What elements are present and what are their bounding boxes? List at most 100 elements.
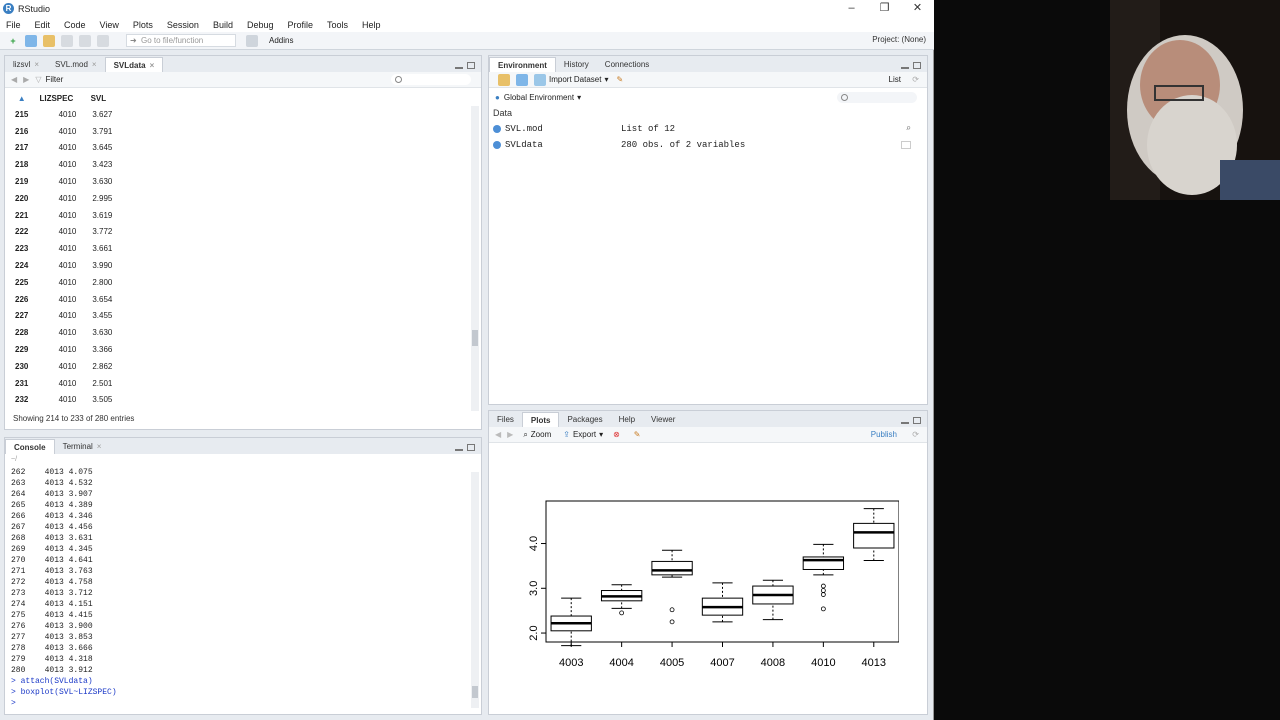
refresh-icon[interactable]: ⟳ [912,430,919,439]
table-row[interactable]: 215 4010 3.627 [11,106,116,123]
menu-build[interactable]: Build [213,20,233,30]
menu-session[interactable]: Session [167,20,199,30]
table-row[interactable]: 227 4010 3.455 [11,308,116,325]
zoom-button[interactable]: Zoom [531,430,551,439]
console-prompt[interactable]: > [11,698,467,709]
menu-help[interactable]: Help [362,20,381,30]
table-row[interactable]: 222 4010 3.772 [11,224,116,241]
table-row[interactable]: 216 4010 3.791 [11,123,116,140]
menu-file[interactable]: File [6,20,21,30]
save-all-icon[interactable] [79,34,91,47]
maximize-pane-icon[interactable] [913,62,921,69]
close-button[interactable]: ✕ [901,0,934,17]
table-row[interactable]: 221 4010 3.619 [11,207,116,224]
restore-button[interactable]: ❐ [868,0,901,17]
table-row[interactable]: 231 4010 2.501 [11,375,116,392]
tab-history[interactable]: History [556,57,597,72]
tab-environment[interactable]: Environment [489,57,556,72]
minimize-pane-icon[interactable] [455,444,463,451]
tab-connections[interactable]: Connections [597,57,657,72]
table-row[interactable]: 230 4010 2.862 [11,358,116,375]
close-tab-icon[interactable]: × [92,57,97,72]
close-tab-icon[interactable]: × [97,439,102,454]
tab-files[interactable]: Files [489,412,522,427]
close-tab-icon[interactable]: × [150,58,155,73]
menu-view[interactable]: View [100,20,119,30]
env-search-input[interactable] [837,91,917,103]
menu-debug[interactable]: Debug [247,20,274,30]
console-scrollbar[interactable] [471,472,479,708]
refresh-icon[interactable]: ⟳ [912,75,919,84]
tab-plots[interactable]: Plots [521,412,560,427]
maximize-pane-icon[interactable] [913,417,921,424]
new-project-icon[interactable] [25,34,37,47]
broom-icon[interactable]: ✎ [616,75,623,84]
menu-plots[interactable]: Plots [133,20,153,30]
open-file-icon[interactable] [43,34,55,47]
table-scrollbar[interactable] [471,106,479,411]
workspace-panes-icon[interactable] [246,34,258,47]
table-row[interactable]: 219 4010 3.630 [11,173,116,190]
table-row[interactable]: 232 4010 3.505 [11,392,116,409]
tab-svldata[interactable]: SVLdata × [104,57,164,73]
import-dataset-button[interactable]: Import Dataset [549,75,601,84]
tab-packages[interactable]: Packages [559,412,610,427]
table-row[interactable]: 220 4010 2.995 [11,190,116,207]
column-header-rownum[interactable]: ▲ [11,90,32,106]
previous-plot-icon[interactable]: ◀ [495,430,501,439]
table-row[interactable]: 225 4010 2.800 [11,274,116,291]
table-row[interactable]: 224 4010 3.990 [11,257,116,274]
tab-console[interactable]: Console [5,439,55,454]
print-icon[interactable] [97,34,109,47]
menu-code[interactable]: Code [64,20,86,30]
menu-profile[interactable]: Profile [288,20,314,30]
minimize-pane-icon[interactable] [901,62,909,69]
project-menu[interactable]: Project: (None) [872,35,926,44]
table-row[interactable]: 218 4010 3.423 [11,156,116,173]
publish-button[interactable]: Publish [871,430,897,439]
tab-terminal[interactable]: Terminal × [55,439,110,454]
go-to-file-input[interactable]: Go to file/function [126,34,236,47]
maximize-pane-icon[interactable] [467,444,475,451]
global-environment-select[interactable]: Global Environment [504,93,574,102]
minimize-button[interactable]: – [835,0,868,17]
forward-icon[interactable]: ▶ [23,75,29,84]
console-output[interactable]: 262 4013 4.075 263 4013 4.532 264 4013 3.9… [11,467,467,712]
column-header-svl[interactable]: SVL [80,90,116,106]
filter-button[interactable]: Filter [45,75,63,84]
remove-plot-icon[interactable]: ⊗ [613,430,620,439]
save-icon[interactable] [61,34,73,47]
maximize-pane-icon[interactable] [467,62,475,69]
tab-svl-mod[interactable]: SVL.mod × [47,57,105,72]
export-button[interactable]: Export [573,430,596,439]
table-row[interactable]: 228 4010 3.630 [11,324,116,341]
expand-object-icon[interactable] [493,124,501,133]
save-workspace-icon[interactable] [516,73,528,86]
table-row[interactable]: 217 4010 3.645 [11,140,116,157]
console-scroll-thumb[interactable] [472,686,478,698]
new-file-icon[interactable]: + [7,35,19,47]
view-object-icon[interactable]: ⌕ [906,124,911,134]
tab-lizsvl[interactable]: lizsvl × [5,57,47,72]
next-plot-icon[interactable]: ▶ [507,430,513,439]
load-workspace-icon[interactable] [498,73,510,86]
broom-icon[interactable]: ✎ [634,430,641,439]
tab-viewer[interactable]: Viewer [643,412,683,427]
minimize-pane-icon[interactable] [455,62,463,69]
tab-help[interactable]: Help [611,412,643,427]
column-header-lizspec[interactable]: LIZSPEC [32,90,80,106]
minimize-pane-icon[interactable] [901,417,909,424]
table-row[interactable]: 229 4010 3.366 [11,341,116,358]
menu-tools[interactable]: Tools [327,20,348,30]
close-tab-icon[interactable]: × [34,57,39,72]
back-icon[interactable]: ◀ [11,75,17,84]
table-row[interactable]: 226 4010 3.654 [11,291,116,308]
filter-icon[interactable]: ▽ [35,75,41,84]
env-object-row[interactable]: SVLdata 280 obs. of 2 variables [493,137,923,152]
env-object-row[interactable]: SVL.mod List of 12 ⌕ [493,121,923,136]
table-search-input[interactable] [391,74,471,85]
list-view-button[interactable]: List [889,75,901,84]
menu-edit[interactable]: Edit [35,20,51,30]
table-row[interactable]: 223 4010 3.661 [11,240,116,257]
expand-object-icon[interactable] [493,140,501,149]
